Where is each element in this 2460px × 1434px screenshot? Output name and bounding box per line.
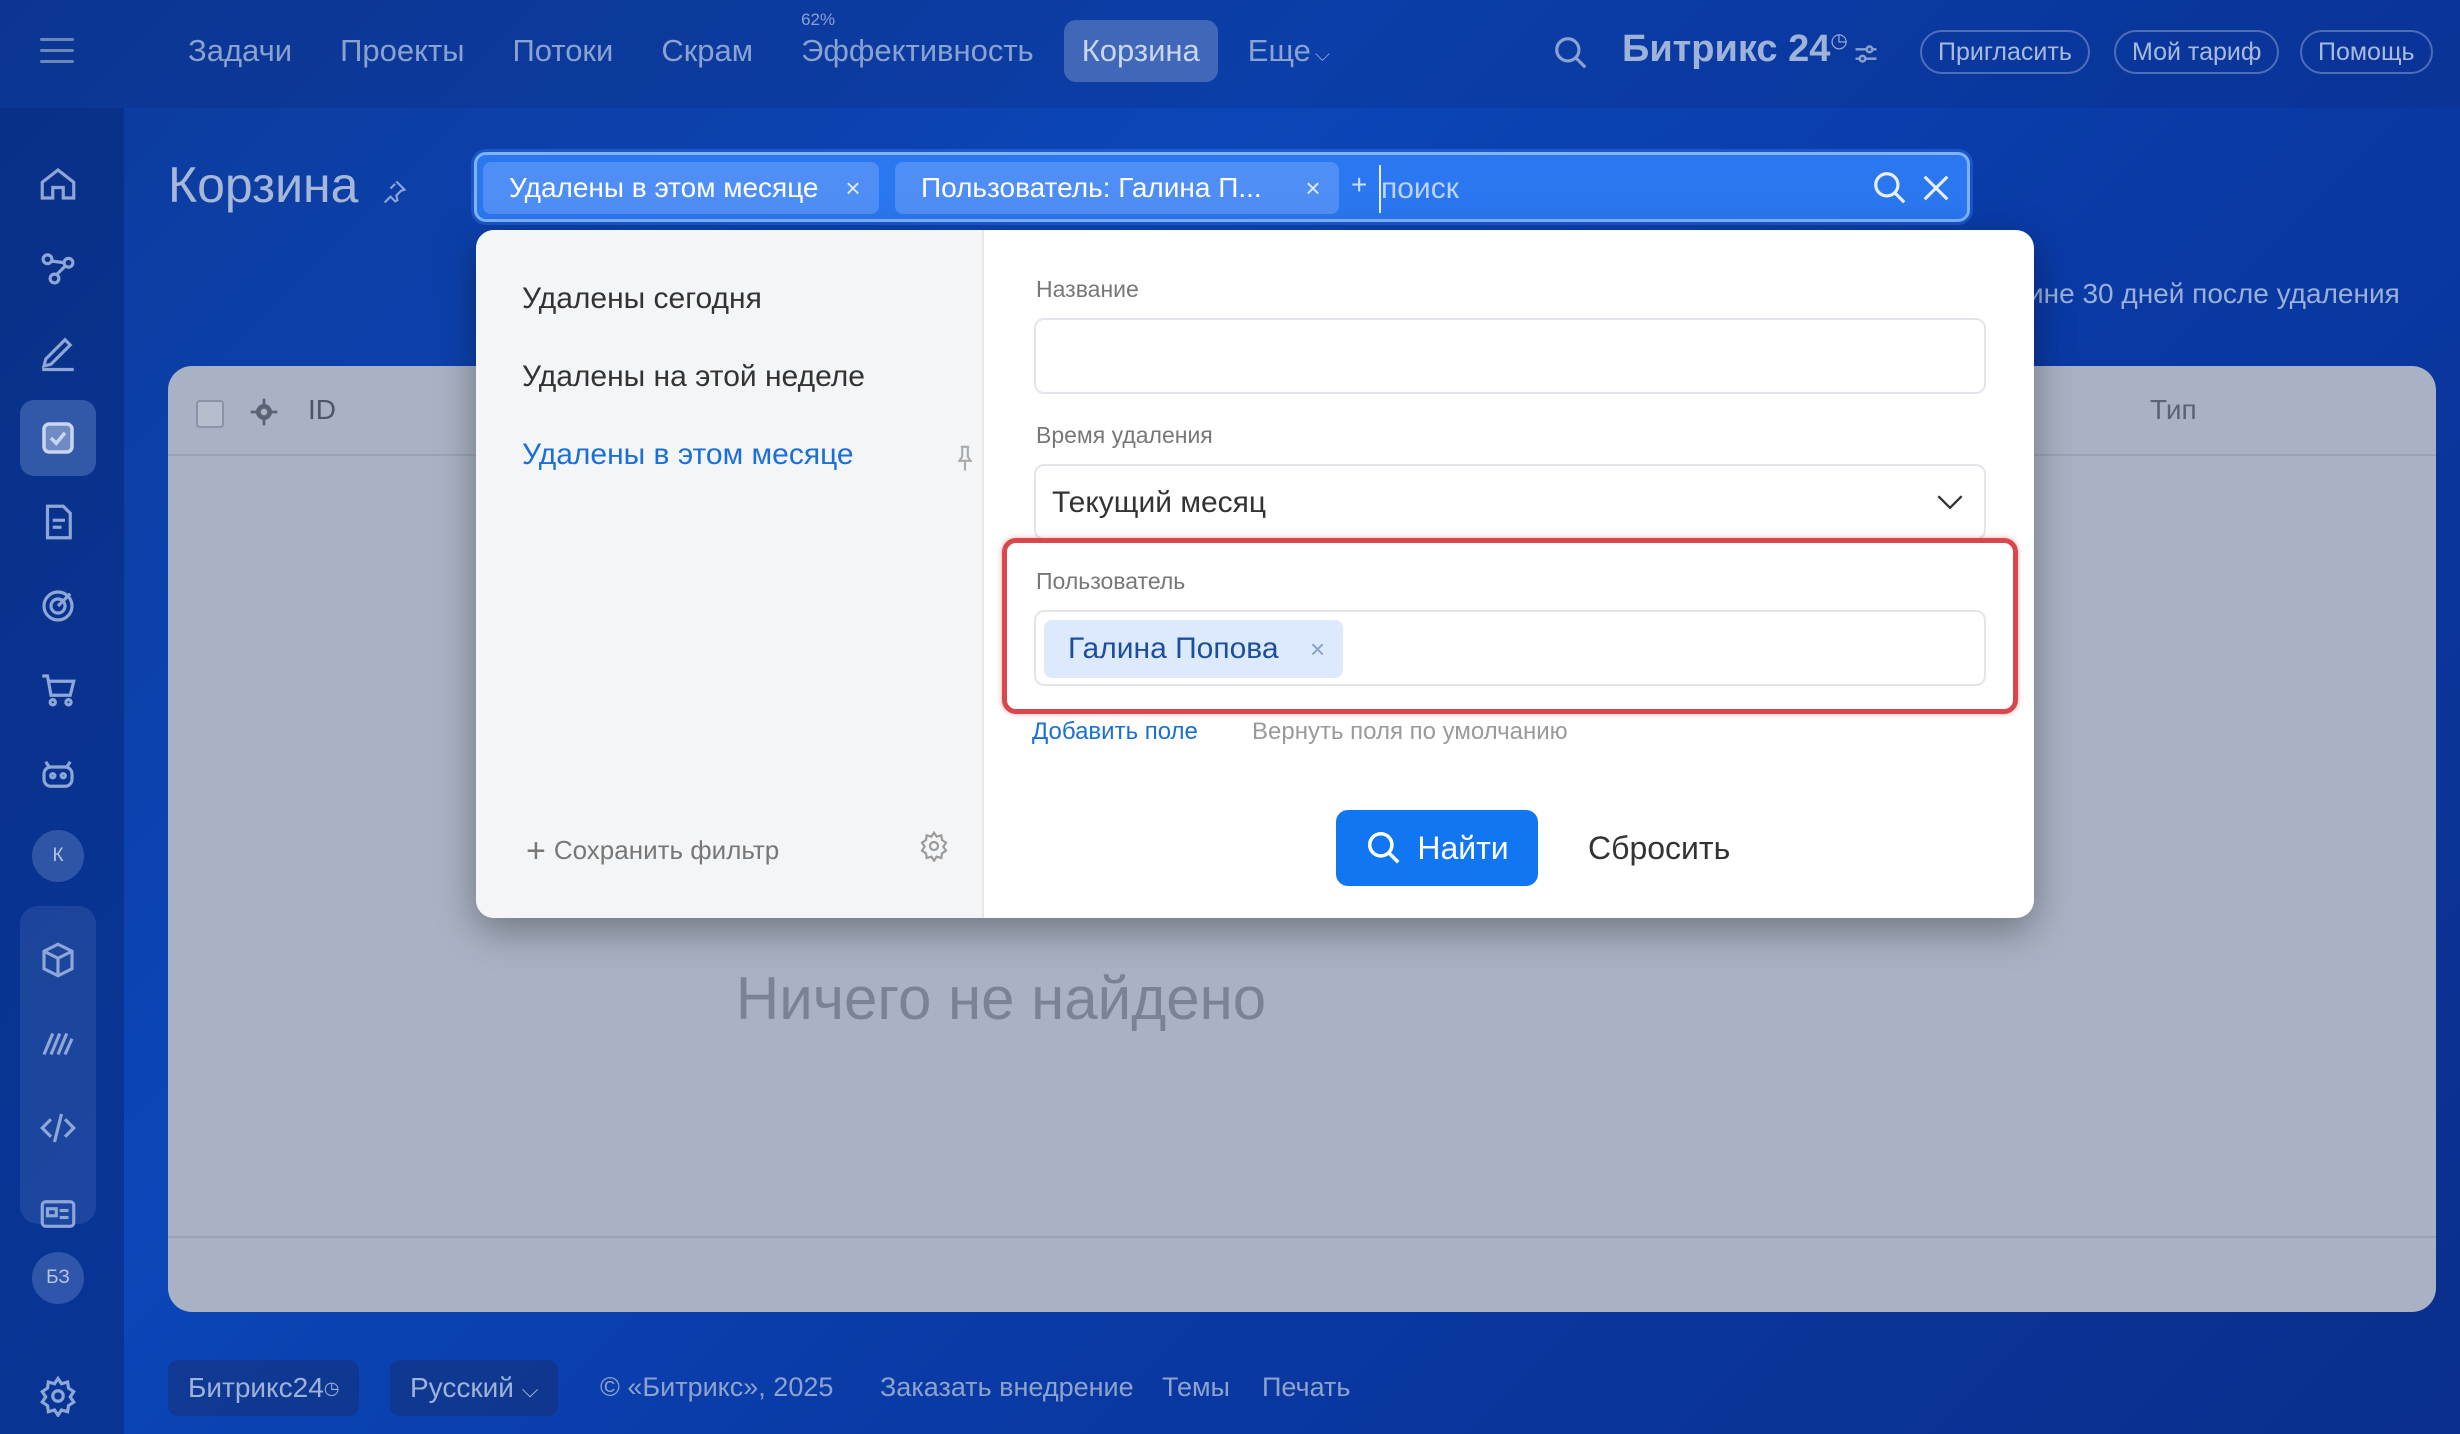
column-id[interactable]: ID [308, 394, 336, 426]
nav-trash[interactable]: Корзина [1063, 20, 1218, 82]
flow-icon[interactable] [20, 230, 96, 306]
settings-icon[interactable] [20, 1358, 96, 1434]
add-filter-plus: + [1351, 169, 1368, 200]
left-sidebar: К БЗ [0, 108, 124, 1434]
nav-more-label: Еще [1247, 33, 1311, 68]
footer-bitrix-label: Битрикс24 [188, 1372, 324, 1403]
nav-projects[interactable]: Проекты [322, 20, 482, 82]
filter-presets-panel: Удалены сегодня Удалены на этой неделе У… [476, 230, 984, 918]
preset-week[interactable]: Удалены на этой неделе [522, 360, 865, 394]
pin-icon[interactable] [956, 444, 974, 472]
close-icon[interactable]: × [1303, 620, 1333, 678]
nav-efficiency-label: Эффективность [801, 33, 1034, 68]
avatar-k[interactable]: К [32, 830, 84, 882]
copyright: © «Битрикс», 2025 [600, 1372, 834, 1402]
select-all-checkbox[interactable] [196, 400, 224, 428]
grid-divider [168, 1236, 2436, 1238]
chevron-down-icon [1937, 495, 1963, 510]
search-icon[interactable] [1552, 34, 1590, 72]
filter-chip-user-label: Пользователь: Галина П... [921, 172, 1262, 203]
gear-icon[interactable] [918, 830, 950, 862]
time-value: Текущий месяц [1052, 486, 1267, 519]
add-field-link[interactable]: Добавить поле [1032, 718, 1198, 746]
nav-more[interactable]: Еще ⌵ [1230, 20, 1348, 82]
signature-icon[interactable] [20, 1006, 96, 1082]
search-input[interactable] [1379, 165, 1719, 213]
time-select[interactable]: Текущий месяц [1034, 464, 1986, 540]
footer-bitrix-button[interactable]: Битрикс24◷ [168, 1360, 360, 1416]
column-type[interactable]: Тип [2150, 394, 2197, 426]
print-link[interactable]: Печать [1262, 1372, 1350, 1403]
chevron-down-icon: ⌵ [521, 1377, 539, 1402]
retention-note: ине 30 дней после удаления [2028, 278, 2400, 309]
pen-icon[interactable] [20, 314, 96, 390]
invite-button[interactable]: Пригласить [1920, 30, 2090, 74]
pin-icon[interactable] [380, 178, 408, 206]
preset-month[interactable]: Удалены в этом месяце [522, 438, 854, 472]
reset-button[interactable]: Сбросить [1588, 830, 1730, 867]
efficiency-badge: 62% [801, 10, 836, 29]
card-icon[interactable] [20, 1176, 96, 1252]
top-bar: Задачи Проекты Потоки Скрам 62% Эффектив… [0, 0, 2460, 108]
filter-search-bar[interactable]: Удалены в этом месяце × Пользователь: Га… [474, 152, 1970, 222]
nav-scrum[interactable]: Скрам [643, 20, 771, 82]
menu-icon[interactable] [40, 38, 74, 66]
search-icon [1368, 832, 1400, 864]
empty-message: Ничего не найдено [735, 965, 1267, 1032]
plus-icon: + [526, 832, 546, 870]
robot-icon[interactable] [20, 736, 96, 812]
page-title: Корзина [168, 157, 359, 213]
time-label: Время удаления [1036, 422, 1213, 448]
close-icon[interactable]: × [833, 162, 873, 214]
top-nav: Задачи Проекты Потоки Скрам 62% Эффектив… [170, 10, 1360, 82]
save-filter-button[interactable]: + Сохранить фильтр [526, 832, 779, 871]
filter-chip-user[interactable]: Пользователь: Галина П... × [895, 162, 1339, 214]
document-icon[interactable] [20, 484, 96, 560]
sliders-icon[interactable] [1852, 40, 1880, 68]
user-tag-label: Галина Попова [1068, 632, 1279, 665]
user-tag[interactable]: Галина Попова × [1044, 620, 1343, 678]
gear-icon[interactable] [248, 396, 280, 428]
close-icon[interactable] [1919, 171, 1953, 205]
filter-chip-month-label: Удалены в этом месяце [509, 172, 819, 203]
order-link[interactable]: Заказать внедрение [880, 1372, 1134, 1403]
help-button[interactable]: Помощь [2300, 30, 2433, 74]
box-icon[interactable] [20, 922, 96, 998]
home-icon[interactable] [20, 146, 96, 222]
search-icon[interactable] [1871, 169, 1909, 207]
cart-icon[interactable] [20, 652, 96, 728]
tasks-icon[interactable] [20, 400, 96, 476]
preset-today[interactable]: Удалены сегодня [522, 282, 762, 316]
clock-icon: ◷ [323, 1378, 340, 1398]
save-filter-label: Сохранить фильтр [553, 835, 780, 865]
user-field[interactable]: Галина Попова × [1034, 610, 1986, 686]
filter-chip-month[interactable]: Удалены в этом месяце × [483, 162, 879, 214]
brand-logo[interactable]: Битрикс 24◷ [1622, 28, 1848, 71]
tariff-button[interactable]: Мой тариф [2114, 30, 2280, 74]
language-select[interactable]: Русский ⌵ [390, 1360, 559, 1416]
themes-link[interactable]: Темы [1162, 1372, 1230, 1403]
nav-tasks[interactable]: Задачи [170, 20, 310, 82]
name-label: Название [1036, 276, 1139, 302]
find-label: Найти [1417, 829, 1509, 866]
close-icon[interactable]: × [1293, 162, 1333, 214]
code-icon[interactable] [20, 1090, 96, 1166]
chevron-down-icon: ⌵ [1314, 44, 1331, 66]
name-field[interactable] [1034, 318, 1986, 394]
reset-fields-link[interactable]: Вернуть поля по умолчанию [1252, 718, 1568, 746]
nav-efficiency[interactable]: 62% Эффективность [783, 10, 1052, 82]
brand-text: Битрикс 24 [1622, 28, 1831, 70]
user-label: Пользователь [1036, 568, 1186, 594]
nav-flows[interactable]: Потоки [495, 20, 632, 82]
target-icon[interactable] [20, 568, 96, 644]
filter-popup: Удалены сегодня Удалены на этой неделе У… [476, 230, 2034, 918]
language-label: Русский [410, 1372, 514, 1403]
avatar-bz[interactable]: БЗ [32, 1252, 84, 1304]
find-button[interactable]: Найти [1336, 810, 1538, 886]
clock-icon: ◷ [1830, 30, 1848, 52]
